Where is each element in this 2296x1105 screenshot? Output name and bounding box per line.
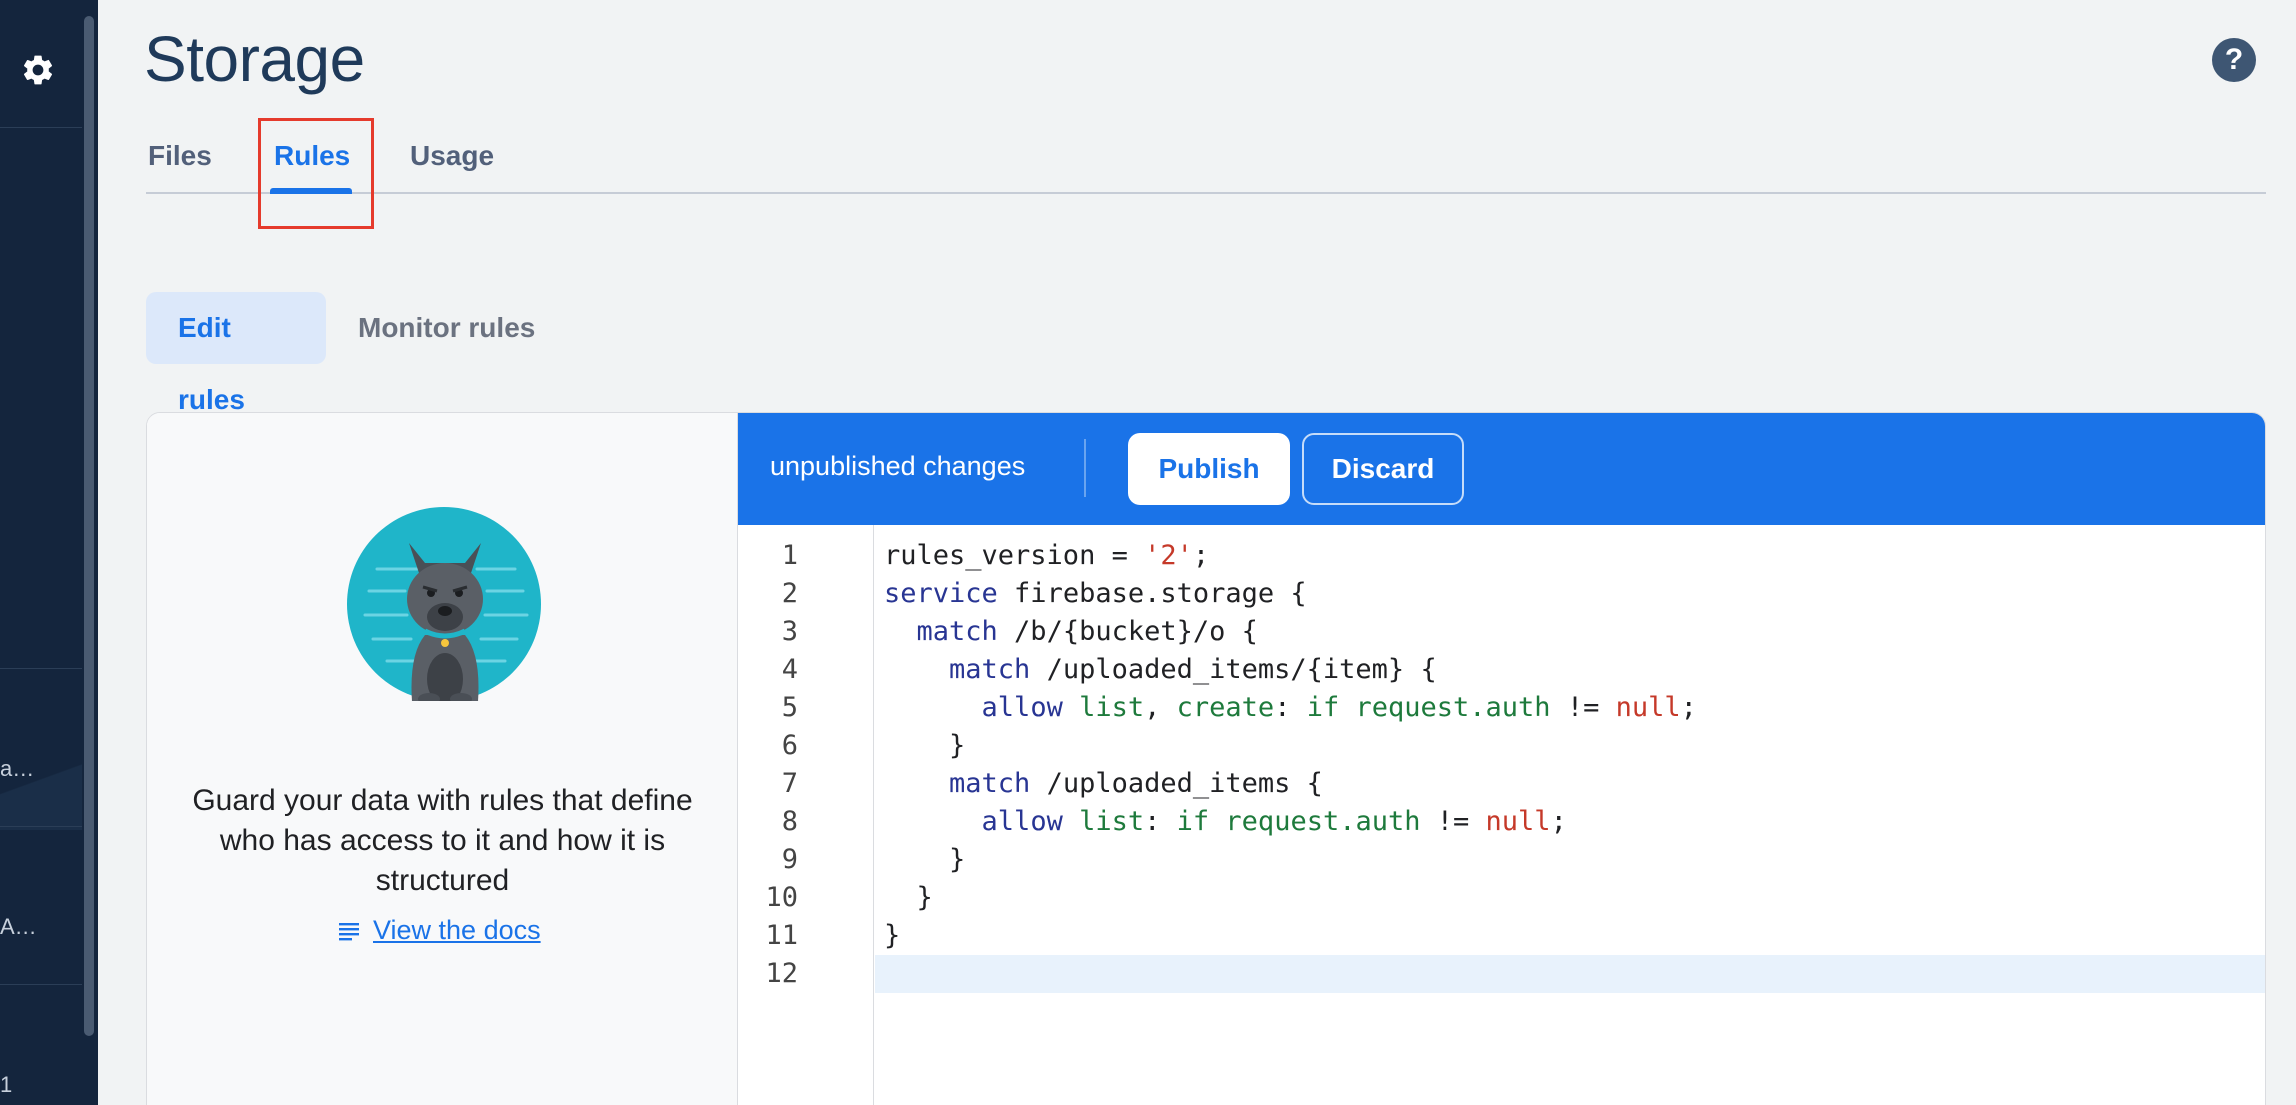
line-number: 5 — [781, 692, 798, 723]
line-number: 3 — [781, 616, 798, 647]
code-line[interactable]: } — [884, 727, 965, 765]
guard-description: Guard your data with rules that define w… — [192, 784, 693, 897]
edit-rules-button[interactable]: Edit rules — [146, 292, 326, 415]
code-line[interactable]: match /uploaded_items/{item} { — [884, 651, 1437, 689]
line-number: 9 — [781, 844, 798, 875]
discard-button[interactable]: Discard — [1302, 433, 1464, 505]
sidebar-item-label[interactable]: a… — [0, 756, 34, 782]
code-line[interactable]: allow list: if request.auth != null; — [884, 803, 1567, 841]
help-icon[interactable]: ? — [2212, 38, 2256, 82]
sidebar-item-label[interactable]: 1 — [0, 1072, 12, 1098]
help-glyph: ? — [2224, 43, 2244, 76]
sidebar-divider — [0, 826, 82, 827]
tab-files[interactable]: Files — [148, 140, 212, 172]
monitor-rules-button[interactable]: Monitor rules — [326, 292, 567, 364]
sidebar: a… A… 1 — [0, 0, 98, 1105]
unpublished-status: unpublished changes — [770, 451, 1026, 481]
sidebar-item-label[interactable]: A… — [0, 914, 37, 940]
rules-tab-highlight — [258, 118, 374, 229]
code-line[interactable]: match /uploaded_items { — [884, 765, 1323, 803]
line-number: 10 — [765, 882, 798, 913]
code-line[interactable]: allow list, create: if request.auth != n… — [884, 689, 1697, 727]
sidebar-divider — [0, 984, 82, 985]
code-line[interactable]: } — [884, 917, 900, 955]
publish-button[interactable]: Publish — [1128, 433, 1290, 505]
code-line[interactable]: } — [884, 841, 965, 879]
code-line[interactable]: rules_version = '2'; — [884, 537, 1209, 575]
line-number: 7 — [781, 768, 798, 799]
code-editor[interactable]: 1 2 3 4 5 6 7 8 9 10 11 12 rules_version… — [738, 525, 2265, 1105]
line-number: 11 — [765, 920, 798, 951]
page-title: Storage — [144, 23, 365, 95]
tab-bar: Files Rules Usage — [146, 128, 2266, 194]
app-root: a… A… 1 Storage ? Files Rules Usage Edit… — [0, 0, 2296, 1105]
gear-icon[interactable] — [18, 50, 58, 90]
view-docs-link[interactable]: View the docs — [337, 915, 541, 946]
dog-mascot-illustration — [347, 507, 541, 701]
tab-usage[interactable]: Usage — [410, 140, 494, 172]
view-docs-label[interactable]: View the docs — [373, 915, 541, 946]
current-line-highlight — [875, 955, 2265, 993]
line-number: 1 — [781, 540, 798, 571]
line-number: 6 — [781, 730, 798, 761]
toolbar-divider — [1084, 439, 1086, 497]
line-number: 4 — [781, 654, 798, 685]
code-line[interactable]: service firebase.storage { — [884, 575, 1307, 613]
sidebar-divider — [0, 127, 82, 128]
sidebar-scrollbar[interactable] — [84, 16, 94, 1036]
notes-icon — [339, 922, 359, 940]
rules-card: Guard your data with rules that define w… — [146, 412, 2266, 1105]
line-number-gutter: 1 2 3 4 5 6 7 8 9 10 11 12 — [738, 525, 874, 1105]
sidebar-divider — [0, 668, 82, 669]
info-panel: Guard your data with rules that define w… — [147, 413, 738, 1105]
line-number: 12 — [765, 958, 798, 989]
code-line[interactable]: match /b/{bucket}/o { — [884, 613, 1258, 651]
editor-toolbar: unpublished changes Publish Discard — [738, 413, 2265, 525]
code-line[interactable]: } — [884, 879, 933, 917]
line-number: 8 — [781, 806, 798, 837]
line-number: 2 — [781, 578, 798, 609]
